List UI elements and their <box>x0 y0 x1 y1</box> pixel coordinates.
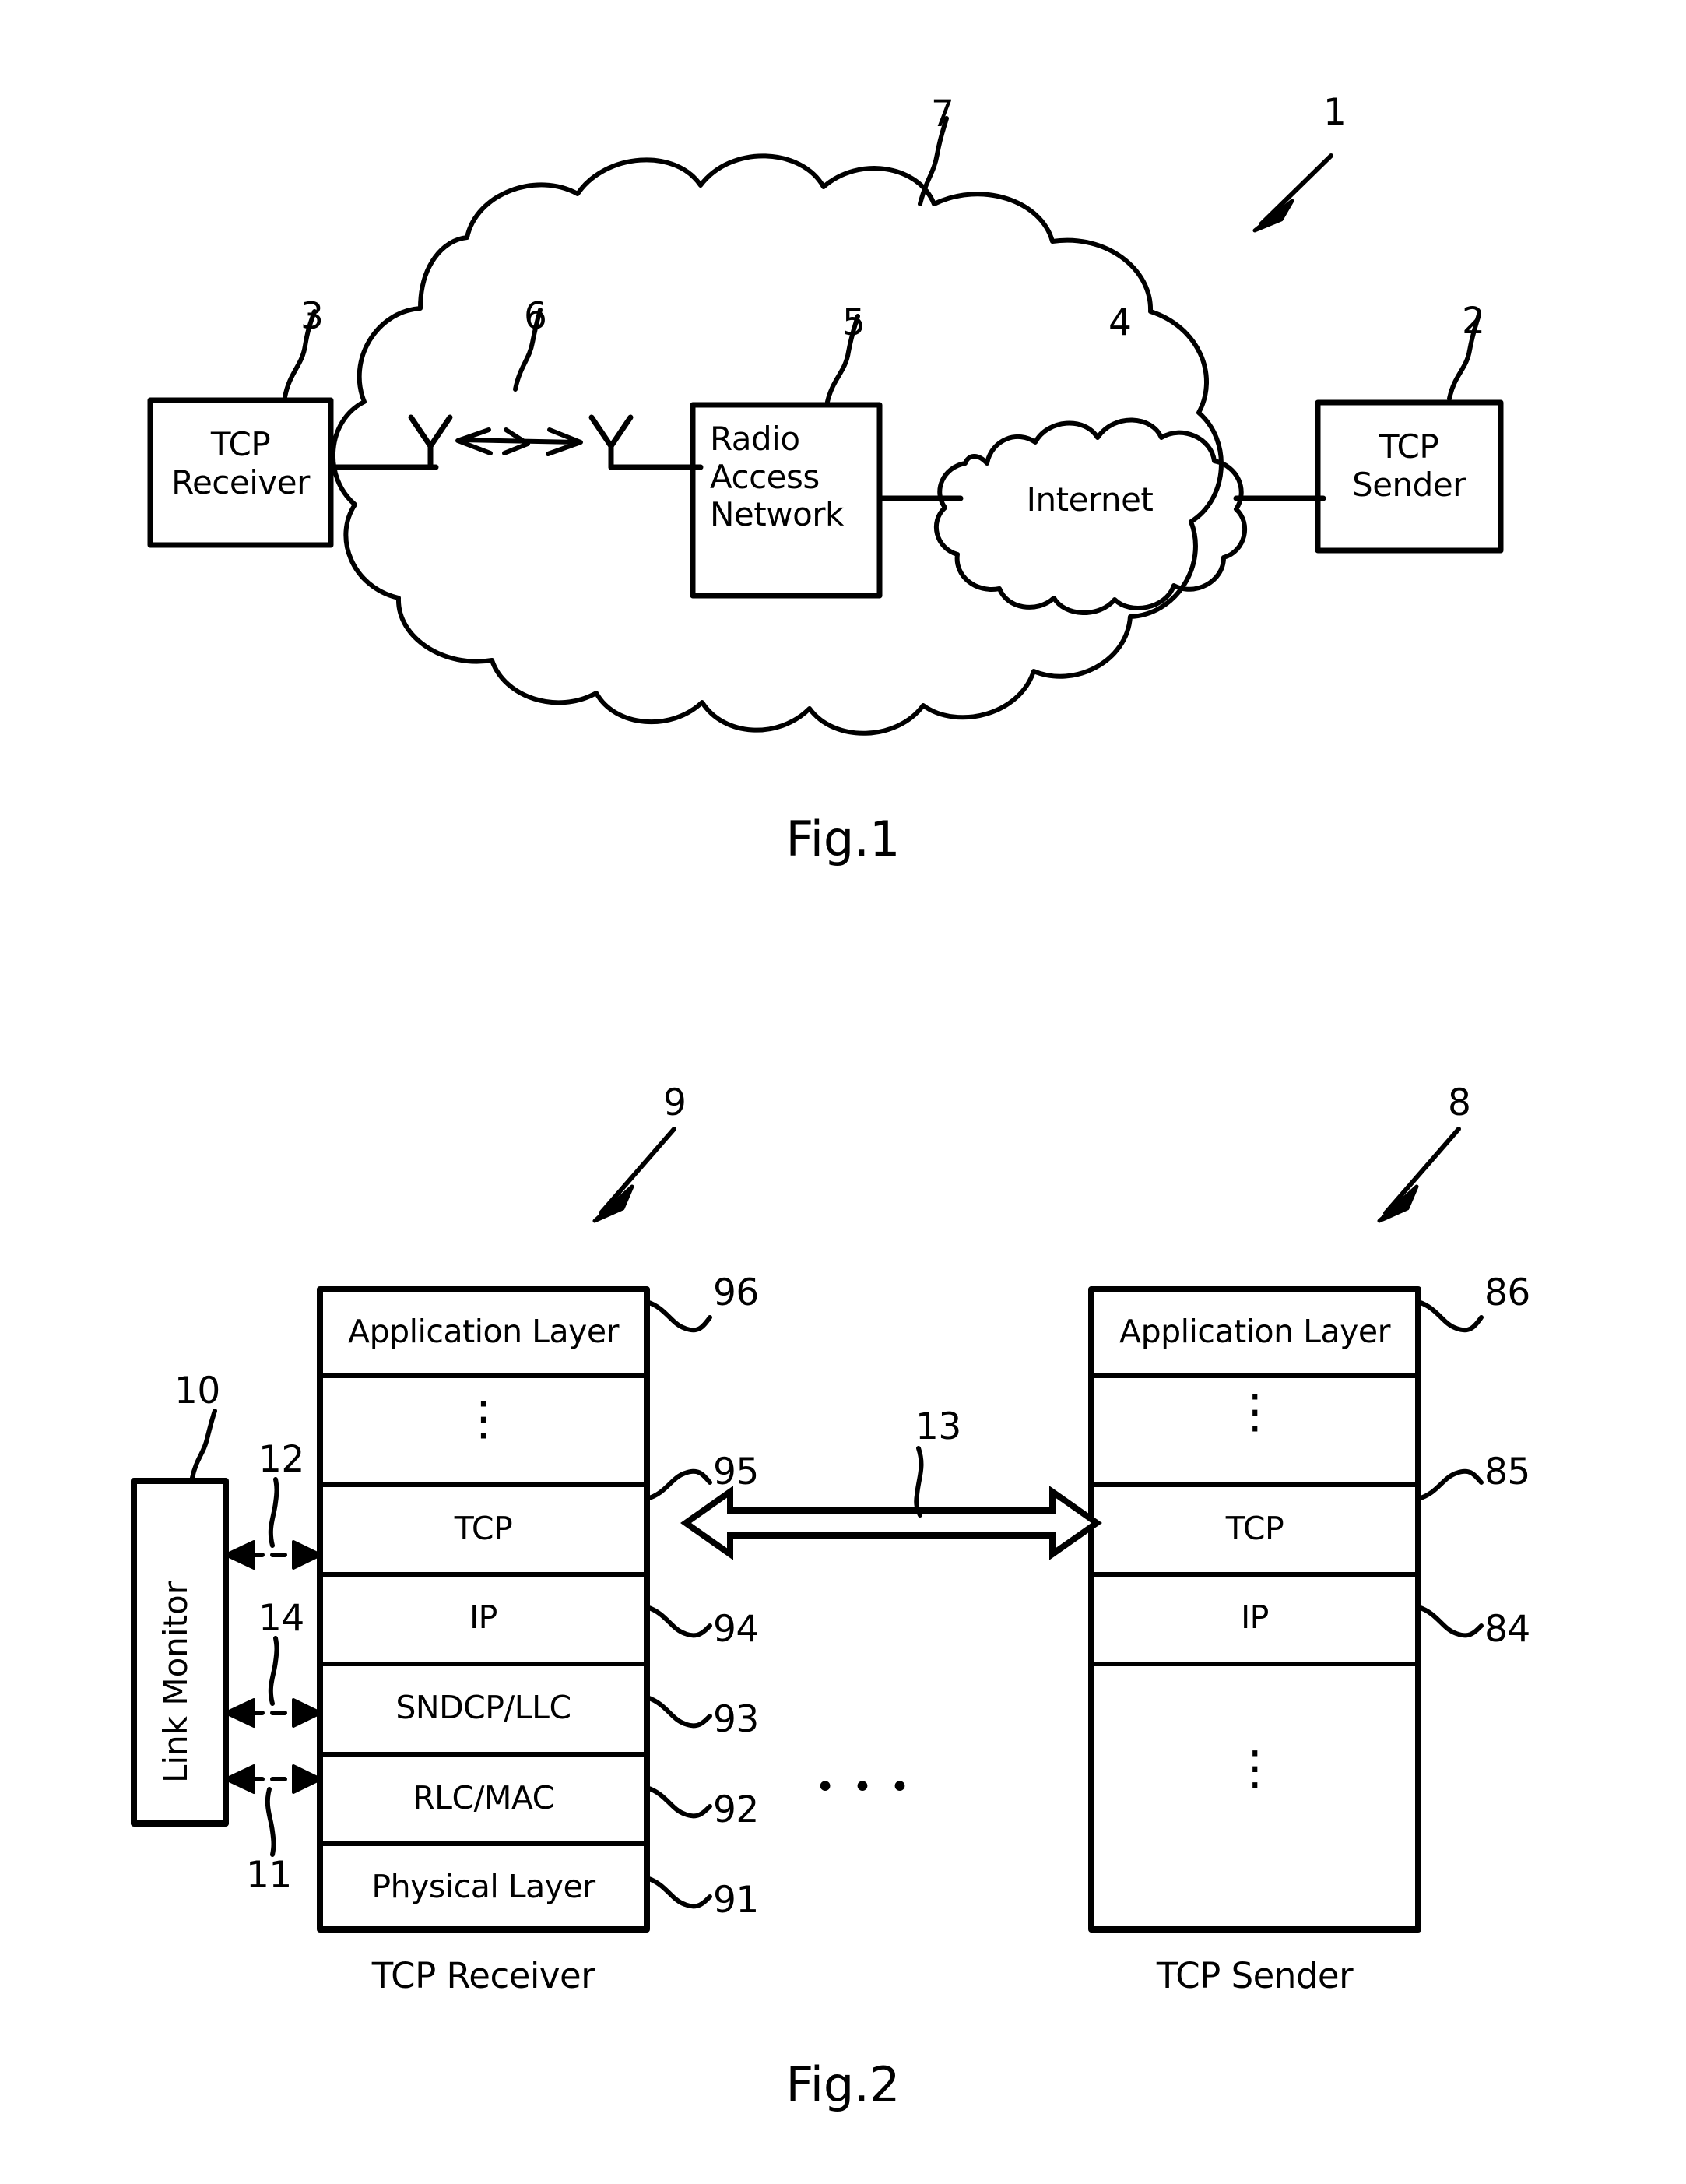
patent-drawing-sheet: TCP Receiver Radio Access Network Intern… <box>0 0 1686 2184</box>
sender-layer-label-application: Application Layer <box>1119 1313 1390 1350</box>
receiver-layer-label-ip: IP <box>469 1598 497 1636</box>
link-monitor-label: Link Monitor <box>156 1581 195 1783</box>
ran-label-line2: Access <box>710 457 820 496</box>
sender-stack-title: TCP Sender <box>1156 1955 1354 1996</box>
ref-num-7: 7 <box>931 93 954 135</box>
receiver-layer-label-rlc-mac: RLC/MAC <box>413 1779 554 1816</box>
ref-num-8: 8 <box>1448 1081 1471 1124</box>
receiver-layer-label-sndcp-llc: SNDCP/LLC <box>395 1689 571 1726</box>
radio-access-network-label: Radio Access Network <box>710 420 844 534</box>
ref-num-92: 92 <box>713 1788 759 1831</box>
internet-label: Internet <box>1026 480 1154 519</box>
sender-layer-label-ip: IP <box>1241 1598 1269 1636</box>
lm-arrow-14-head-right <box>292 1698 322 1728</box>
ref-num-12: 12 <box>258 1438 304 1481</box>
lm-arrow-11-head-left <box>224 1764 255 1794</box>
ran-label-line3: Network <box>710 495 844 534</box>
leader-11 <box>265 1787 276 1857</box>
ref-num-84: 84 <box>1484 1608 1530 1651</box>
leader-84 <box>1416 1605 1484 1638</box>
leader-85 <box>1416 1468 1484 1501</box>
arrow-8-head <box>1377 1184 1419 1223</box>
ref-num-9: 9 <box>663 1081 687 1124</box>
tcp-receiver-label-line2: Receiver <box>171 462 310 501</box>
lm-arrow-14-head-left <box>224 1698 255 1728</box>
ran-label-line1: Radio <box>710 420 800 458</box>
tcp-sender-label: TCP Sender <box>1352 427 1523 504</box>
ref-num-96: 96 <box>713 1271 759 1314</box>
leader-12 <box>268 1477 279 1548</box>
leader-96 <box>645 1299 712 1333</box>
radio-link-arrow-head-right <box>546 427 583 456</box>
stacks-ellipsis: • • • <box>815 1767 913 1807</box>
receiver-layer-ellipsis-upper: ⋮ <box>460 1391 507 1446</box>
ref-num-6: 6 <box>524 295 547 338</box>
ref-num-13: 13 <box>915 1405 961 1448</box>
ref-num-91: 91 <box>713 1879 759 1922</box>
leader-92 <box>645 1785 712 1819</box>
radio-link-arrow-head-left <box>455 427 493 455</box>
arrow-1-head <box>1252 199 1294 233</box>
antenna-right <box>588 414 634 470</box>
ref-num-4: 4 <box>1108 301 1132 344</box>
arrow-8 <box>1383 1127 1461 1215</box>
ref-num-3: 3 <box>300 295 324 338</box>
arrow-9 <box>599 1127 676 1215</box>
interconnect-double-arrow <box>680 1486 1102 1560</box>
leader-95 <box>645 1468 712 1501</box>
figure1-caption: Fig.1 <box>785 811 901 867</box>
ref-num-10: 10 <box>174 1370 220 1412</box>
tcp-receiver-label-line1: TCP <box>210 425 271 463</box>
ref-num-2: 2 <box>1462 300 1485 343</box>
leader-10 <box>190 1409 217 1480</box>
ref-num-94: 94 <box>713 1608 759 1651</box>
radio-link-arrow <box>458 438 580 445</box>
ref-num-86: 86 <box>1484 1271 1530 1314</box>
receiver-layer-label-application: Application Layer <box>348 1313 619 1350</box>
leader-93 <box>645 1695 712 1729</box>
sender-layer-label-tcp: TCP <box>1225 1510 1284 1547</box>
arrow-1 <box>1259 153 1333 227</box>
leader-91 <box>645 1876 712 1909</box>
tcp-sender-label-line1: TCP <box>1379 427 1439 466</box>
ref-num-95: 95 <box>713 1451 759 1493</box>
ref-num-1: 1 <box>1323 91 1347 134</box>
figure2-caption: Fig.2 <box>785 2056 901 2113</box>
radio-link-zigzag <box>502 427 530 455</box>
leader-13 <box>914 1446 924 1518</box>
arrow-9-head <box>592 1184 634 1223</box>
ref-num-93: 93 <box>713 1698 759 1741</box>
leader-86 <box>1416 1299 1484 1333</box>
lm-arrow-12-head-right <box>292 1540 322 1570</box>
leader-94 <box>645 1605 712 1638</box>
receiver-layer-label-tcp: TCP <box>454 1510 513 1547</box>
receiver-layer-label-physical: Physical Layer <box>371 1868 595 1905</box>
leader-14 <box>268 1636 279 1706</box>
receiver-stack-title: TCP Receiver <box>371 1955 595 1996</box>
sender-layer-ellipsis-lower: ⋮ <box>1231 1741 1278 1795</box>
sender-layer-ellipsis-upper: ⋮ <box>1231 1384 1278 1439</box>
ref-num-85: 85 <box>1484 1451 1530 1493</box>
ref-num-5: 5 <box>842 301 866 344</box>
ref-num-14: 14 <box>258 1597 304 1640</box>
ref-num-11: 11 <box>246 1854 292 1897</box>
tcp-sender-label-line2: Sender <box>1352 465 1466 504</box>
lm-arrow-11-head-right <box>292 1764 322 1794</box>
lm-arrow-12-head-left <box>224 1540 255 1570</box>
antenna-left <box>408 414 453 470</box>
